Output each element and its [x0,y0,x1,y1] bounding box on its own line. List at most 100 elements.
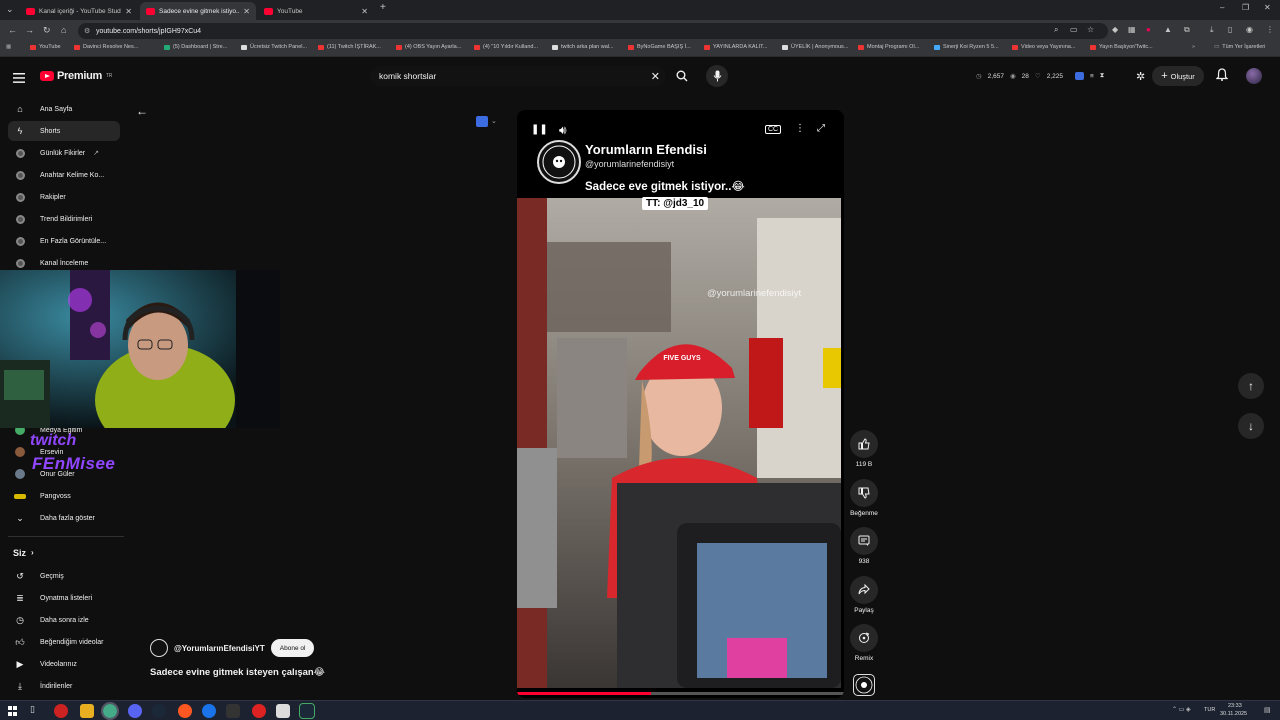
back-arrow-icon[interactable]: ← [136,104,148,118]
bookmark-item[interactable]: Yayın Başlıyor/Twitc... [1090,44,1153,50]
hourglass-icon[interactable]: ⧗ [1100,72,1105,80]
sidebar-item-history[interactable]: ↺ Geçmiş [8,566,120,586]
volume-icon[interactable]: 🔊︎ [559,123,567,138]
avatar[interactable] [1246,68,1262,84]
share-button[interactable]: Paylaş [849,576,879,614]
notifications-bell-icon[interactable] [1215,68,1229,86]
windows-start-icon[interactable] [6,704,20,718]
extensions-puzzle-icon[interactable]: ⧉ [1184,25,1190,35]
menu-kebab-icon[interactable]: ⋮ [1266,25,1274,34]
obs-icon[interactable] [54,704,68,718]
apps-grid-icon[interactable]: ▦ [6,44,11,50]
download-icon[interactable]: ⤓ [1210,25,1214,35]
close-icon[interactable]: ✕ [361,7,368,16]
sidebar-sub-pangvoss[interactable]: Pangvoss [8,486,120,506]
bookmark-item[interactable]: (4) "10 Yıldır Kulland... [474,44,538,50]
opera-icon[interactable] [252,704,266,718]
sidepanel-icon[interactable]: ▯ [1228,25,1232,34]
clock-date[interactable]: 30.11.2025 [1220,711,1247,717]
comments-button[interactable]: 938 [849,527,879,565]
sidebar-item-daily-ideas[interactable]: Günlük Fikirler ↗ [8,143,120,163]
extension-icon[interactable]: ● [1146,25,1151,34]
app-icon[interactable] [226,704,240,718]
app-icon[interactable] [202,704,216,718]
bookmark-star-icon[interactable]: ☆ [1087,25,1094,34]
tab-studio[interactable]: Kanal içeriği - YouTube Studio ✕ [20,2,138,20]
sidebar-item-competitors[interactable]: Rakipler [8,187,120,207]
bookmark-item[interactable]: (5) Dashboard | Stre... [164,44,227,50]
bookmark-item[interactable]: twitch arka plan wal... [552,44,614,50]
sidebar-item-watch-later[interactable]: ◷ Daha sonra izle [8,610,120,630]
minimize-icon[interactable]: – [1220,3,1224,12]
cast-icon[interactable]: ▭ [1070,25,1078,34]
site-info-icon[interactable]: ⚙ [84,27,90,35]
fullscreen-icon[interactable]: ⤢ [817,123,825,134]
file-explorer-icon[interactable] [80,704,94,718]
steam-icon[interactable] [152,704,166,718]
bookmarks-overflow-icon[interactable]: » [1192,44,1195,50]
home-icon[interactable]: ⌂ [61,25,66,35]
search-button[interactable] [670,66,694,86]
like-button[interactable]: 119 B [849,430,879,468]
create-button[interactable]: + Oluştur [1152,66,1204,86]
back-icon[interactable]: ← [8,25,17,35]
tab-search-icon[interactable]: ⌄ [6,4,14,15]
extension-icon[interactable]: ▲ [1164,25,1172,34]
language-indicator[interactable]: TUR [1204,707,1215,713]
restore-icon[interactable]: ❐ [1242,3,1249,12]
tab-youtube[interactable]: YouTube ✕ [258,2,374,20]
bookmark-item[interactable]: YAYINLARDA KALIT... [704,44,768,50]
close-icon[interactable]: ✕ [125,7,132,16]
channel-avatar[interactable] [150,639,168,657]
pause-icon[interactable]: ❚❚ [531,124,548,135]
hamburger-menu-icon[interactable] [13,70,25,88]
zoom-icon[interactable]: ⌕ [1054,25,1058,35]
sidebar-item-home[interactable]: ⌂ Ana Sayfa [8,99,120,119]
all-bookmarks[interactable]: ▭ Tüm Yer İşaretleri [1214,44,1265,50]
sidebar-item-downloads[interactable]: ⤓ İndirilenler [8,676,120,696]
tray-icons[interactable]: ⌃ ▭ ◈ [1172,706,1191,713]
previous-short-button[interactable]: ↑ [1238,373,1264,399]
task-view-icon[interactable]: ▯ [30,704,44,718]
extension-icon[interactable]: ▦ [1128,25,1136,34]
sound-thumbnail[interactable] [853,674,875,696]
next-short-button[interactable]: ↓ [1238,413,1264,439]
profile-icon[interactable]: ◉ [1246,25,1253,34]
bookmark-item[interactable]: YouTube [30,44,61,50]
bookmark-item[interactable]: ByNoGame BAŞIŞ İ... [628,44,691,50]
search-input[interactable]: komik shortslar ✕ [370,66,666,86]
new-tab-icon[interactable]: + [380,2,386,13]
dislike-button[interactable]: Beğenme [849,479,879,517]
voice-search-button[interactable] [706,65,728,87]
sidebar-item-liked[interactable]: 👍︎ Beğendiğim videolar [8,632,120,652]
subscribe-button[interactable]: Abone ol [270,639,315,657]
shorts-player[interactable]: ❚❚ 🔊︎ CC ⋮ ⤢ Yorumların Efendisi @yoruml… [517,110,844,698]
firefox-icon[interactable] [178,704,192,718]
bookmark-item[interactable]: (11) Twitch İŞTİRAK... [318,44,381,50]
list-icon[interactable]: ≡ [1090,73,1094,80]
youtube-premium-logo[interactable]: Premium TR [40,70,112,82]
bookmark-item[interactable]: Davinci Resolve Nes... [74,44,138,50]
clear-search-icon[interactable]: ✕ [651,70,660,83]
extension-icon[interactable]: ◆ [1112,25,1118,34]
bookmark-item[interactable]: Video veya Yayınına... [1012,44,1075,50]
sidebar-item-shorts[interactable]: ϟ Shorts [8,121,120,141]
translate-extension-icon[interactable] [1074,72,1084,80]
address-bar[interactable]: ⚙ youtube.com/shorts/jpIGH97xCu4 [78,23,1108,39]
show-more-button[interactable]: ⌄ Daha fazla göster [8,508,120,528]
tab-short[interactable]: Sadece evine gitmek istiyo... ✕ [140,2,256,20]
bookmark-item[interactable]: ÜYELİK | Anonymous... [782,44,848,50]
discord-icon[interactable] [128,704,142,718]
reload-icon[interactable]: ↻ [43,25,51,36]
bookmark-item[interactable]: Ücretsiz Twitch Panel... [241,44,307,50]
more-options-icon[interactable]: ⋮ [795,123,805,134]
steam-icon[interactable] [299,703,315,719]
sidebar-item-keywords[interactable]: Anahtar Kelime Ko... [8,165,120,185]
notification-center-icon[interactable]: ▤ [1264,706,1271,714]
bookmark-item[interactable]: (4) OBS Yayın Ayarla... [396,44,461,50]
sidebar-item-playlists[interactable]: ≣ Oynatma listeleri [8,588,120,608]
chrome-icon[interactable] [101,702,119,720]
you-section-header[interactable]: Siz › [13,548,34,558]
window-close-icon[interactable]: ✕ [1264,3,1271,12]
translate-widget[interactable]: ⌄ [476,112,506,130]
